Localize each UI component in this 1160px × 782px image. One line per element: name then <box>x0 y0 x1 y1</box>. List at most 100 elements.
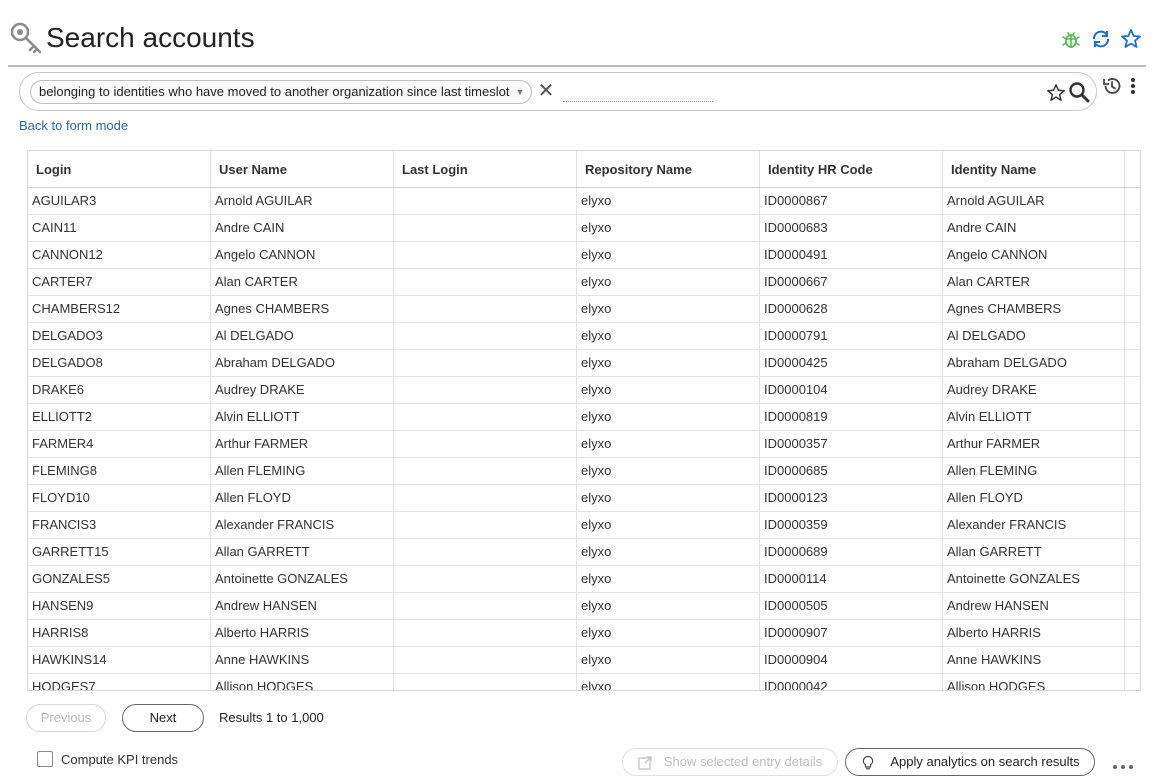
back-to-form-link[interactable]: Back to form mode <box>19 118 128 133</box>
table-row[interactable]: FLEMING8 Allen FLEMING elyxo ID0000685 Allen… <box>28 458 1140 485</box>
show-details-button[interactable]: Show selected entry details <box>622 748 838 776</box>
table-cell: CARTER7 <box>28 269 211 295</box>
column-header[interactable]: Identity Name <box>943 151 1125 187</box>
table-row[interactable]: ELLIOTT2 Alvin ELLIOTT elyxo ID0000819 Alvin… <box>28 404 1140 431</box>
table-row[interactable]: HODGES7 Allison HODGES elyxo ID0000042 Allis… <box>28 674 1140 690</box>
table-row[interactable]: DELGADO8 Abraham DELGADO elyxo ID0000425 Abr… <box>28 350 1140 377</box>
more-vertical-icon[interactable] <box>1126 76 1140 96</box>
table-cell: elyxo <box>577 485 760 511</box>
table-cell: Abraham DELGADO <box>943 350 1125 376</box>
table-cell <box>394 593 577 619</box>
history-icon[interactable] <box>1102 76 1122 96</box>
table-cell: Agnes CHAMBERS <box>943 296 1125 322</box>
table-cell <box>394 215 577 241</box>
table-cell <box>394 296 577 322</box>
table-cell: ID0000867 <box>760 188 943 214</box>
column-header[interactable]: Identity HR Code <box>760 151 943 187</box>
table-row[interactable]: AGUILAR3 Arnold AGUILAR elyxo ID0000867 Arno… <box>28 188 1140 215</box>
search-criteria-label: belonging to identities who have moved t… <box>39 84 510 99</box>
table-cell: Andre CAIN <box>211 215 394 241</box>
table-row[interactable]: DRAKE6 Audrey DRAKE elyxo ID0000104 Audrey D… <box>28 377 1140 404</box>
table-cell: FLOYD10 <box>28 485 211 511</box>
table-cell <box>394 512 577 538</box>
table-cell: Alvin ELLIOTT <box>211 404 394 430</box>
title-bar: Search accounts <box>8 18 1148 62</box>
table-row[interactable]: HANSEN9 Andrew HANSEN elyxo ID0000505 Andrew… <box>28 593 1140 620</box>
table-cell: ID0000123 <box>760 485 943 511</box>
star-icon[interactable] <box>1120 28 1142 50</box>
table-cell: Al DELGADO <box>211 323 394 349</box>
table-cell: Agnes CHAMBERS <box>211 296 394 322</box>
table-row[interactable]: CAIN11 Andre CAIN elyxo ID0000683 Andre CAIN <box>28 215 1140 242</box>
table-cell: Audrey DRAKE <box>943 377 1125 403</box>
refresh-icon[interactable] <box>1090 28 1112 50</box>
chevron-down-icon[interactable]: ▼ <box>516 81 525 103</box>
table-body: AGUILAR3 Arnold AGUILAR elyxo ID0000867 Arno… <box>28 188 1140 690</box>
table-header: Login User Name Last Login Repository Name I… <box>28 151 1140 188</box>
kpi-trends-option: Compute KPI trends <box>37 750 178 768</box>
column-header[interactable]: User Name <box>211 151 394 187</box>
table-cell: elyxo <box>577 674 760 690</box>
table-cell: Angelo CANNON <box>211 242 394 268</box>
table-row[interactable]: HAWKINS14 Anne HAWKINS elyxo ID0000904 Anne … <box>28 647 1140 674</box>
table-cell <box>394 647 577 673</box>
search-input[interactable] <box>563 82 713 102</box>
table-cell: Allison HODGES <box>211 674 394 690</box>
star-outline-icon[interactable] <box>1046 83 1066 103</box>
table-cell: DELGADO8 <box>28 350 211 376</box>
table-cell: Arthur FARMER <box>943 431 1125 457</box>
table-row[interactable]: CANNON12 Angelo CANNON elyxo ID0000491 Angel… <box>28 242 1140 269</box>
table-cell: ID0000104 <box>760 377 943 403</box>
table-cell: Alvin ELLIOTT <box>943 404 1125 430</box>
search-icon[interactable] <box>1068 81 1090 103</box>
table-row[interactable]: FLOYD10 Allen FLOYD elyxo ID0000123 Allen FL… <box>28 485 1140 512</box>
bug-icon[interactable] <box>1060 28 1082 50</box>
table-cell: ID0000689 <box>760 539 943 565</box>
table-row[interactable]: FRANCIS3 Alexander FRANCIS elyxo ID0000359 A… <box>28 512 1140 539</box>
table-row[interactable]: HARRIS8 Alberto HARRIS elyxo ID0000907 Alber… <box>28 620 1140 647</box>
table-row[interactable]: DELGADO3 Al DELGADO elyxo ID0000791 Al DELGA… <box>28 323 1140 350</box>
table-cell: DELGADO3 <box>28 323 211 349</box>
table-cell: ID0000791 <box>760 323 943 349</box>
apply-analytics-button[interactable]: Apply analytics on search results <box>845 748 1095 776</box>
table-cell: Antoinette GONZALES <box>943 566 1125 592</box>
table-cell: Alexander FRANCIS <box>211 512 394 538</box>
table-cell <box>394 674 577 690</box>
search-criteria-chip[interactable]: belonging to identities who have moved t… <box>30 80 533 104</box>
more-horizontal-icon[interactable] <box>1112 758 1134 769</box>
table-cell <box>394 404 577 430</box>
table-cell: HAWKINS14 <box>28 647 211 673</box>
table-cell: ID0000683 <box>760 215 943 241</box>
table-cell: Allen FLOYD <box>943 485 1125 511</box>
table-cell: Audrey DRAKE <box>211 377 394 403</box>
table-cell: ID0000042 <box>760 674 943 690</box>
column-header[interactable]: Repository Name <box>577 151 760 187</box>
previous-button[interactable]: Previous <box>26 704 106 732</box>
table-cell: elyxo <box>577 323 760 349</box>
column-header[interactable]: Login <box>28 151 211 187</box>
page-title: Search accounts <box>46 22 255 53</box>
kpi-trends-checkbox[interactable] <box>37 751 53 767</box>
close-icon[interactable]: ✕ <box>536 79 556 103</box>
table-row[interactable]: FARMER4 Arthur FARMER elyxo ID0000357 Arthur… <box>28 431 1140 458</box>
table-cell <box>394 377 577 403</box>
table-cell: GARRETT15 <box>28 539 211 565</box>
table-row[interactable]: GARRETT15 Allan GARRETT elyxo ID0000689 Alla… <box>28 539 1140 566</box>
table-cell <box>394 620 577 646</box>
next-button[interactable]: Next <box>122 704 204 732</box>
table-cell: Anne HAWKINS <box>211 647 394 673</box>
table-cell <box>394 458 577 484</box>
table-cell: elyxo <box>577 377 760 403</box>
table-cell: Allison HODGES <box>943 674 1125 690</box>
table-row[interactable]: GONZALES5 Antoinette GONZALES elyxo ID00001… <box>28 566 1140 593</box>
table-cell: Allan GARRETT <box>943 539 1125 565</box>
table-cell: elyxo <box>577 215 760 241</box>
table-cell <box>394 539 577 565</box>
table-row[interactable]: CHAMBERS12 Agnes CHAMBERS elyxo ID0000628 Ag… <box>28 296 1140 323</box>
results-count: Results 1 to 1,000 <box>219 710 324 725</box>
table-row[interactable]: CARTER7 Alan CARTER elyxo ID0000667 Alan CAR… <box>28 269 1140 296</box>
column-header[interactable]: Last Login <box>394 151 577 187</box>
table-cell: elyxo <box>577 620 760 646</box>
kpi-trends-label: Compute KPI trends <box>61 751 179 767</box>
table-cell: elyxo <box>577 539 760 565</box>
